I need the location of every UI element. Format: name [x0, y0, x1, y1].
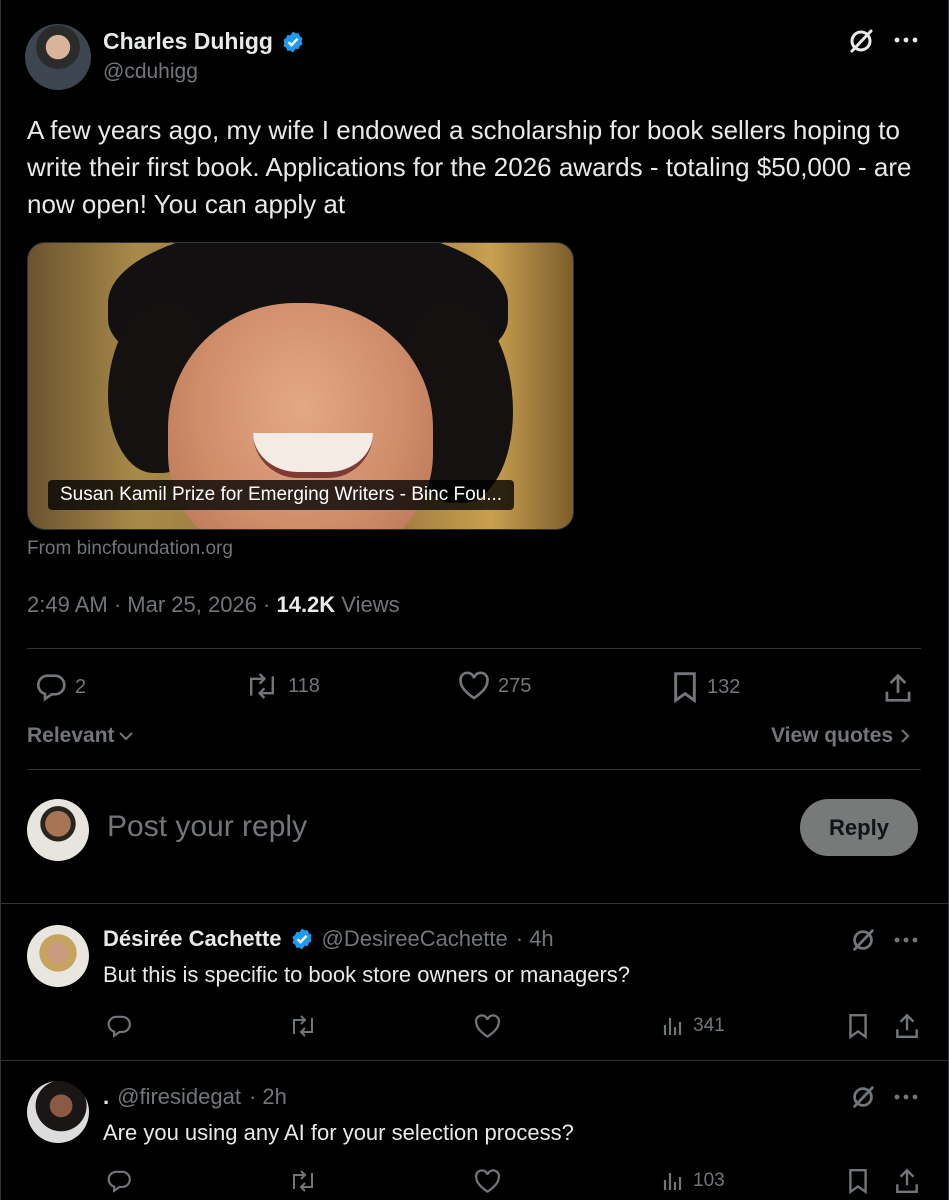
bookmark-icon	[671, 671, 699, 703]
grok-icon[interactable]	[846, 26, 876, 56]
reply-1-time[interactable]: · 4h	[516, 926, 554, 952]
current-user-avatar[interactable]	[27, 799, 89, 861]
share-icon[interactable]	[894, 1012, 920, 1040]
views-count: 14.2K	[276, 592, 336, 617]
bookmark-action[interactable]: 132	[671, 671, 740, 703]
divider	[27, 648, 921, 649]
repost-count: 118	[288, 674, 320, 697]
reply-2-handle[interactable]: @firesidegat	[117, 1084, 241, 1110]
view-quotes-label: View quotes	[771, 724, 894, 747]
reply-count: 2	[75, 675, 87, 698]
reply-button[interactable]: Reply	[800, 799, 918, 856]
reply-icon[interactable]	[106, 1013, 132, 1039]
more-icon[interactable]	[894, 36, 918, 44]
post-metadata: 2:49 AM · Mar 25, 2026 · 14.2K Views	[27, 592, 400, 618]
post-text: A few years ago, my wife I endowed a sch…	[27, 115, 912, 219]
chevron-right-icon	[899, 727, 911, 745]
like-icon[interactable]	[474, 1014, 501, 1039]
reply-action[interactable]: 2	[35, 671, 86, 703]
share-icon[interactable]	[883, 672, 913, 704]
reply-icon[interactable]	[106, 1168, 132, 1194]
view-quotes-link[interactable]: View quotes	[771, 724, 911, 748]
chevron-down-icon	[117, 727, 135, 745]
like-action[interactable]: 275	[458, 671, 531, 701]
grok-icon[interactable]	[849, 926, 877, 954]
divider	[1, 1060, 949, 1061]
link-card[interactable]: Susan Kamil Prize for Emerging Writers -…	[27, 242, 574, 530]
divider	[1, 903, 949, 904]
like-icon	[458, 671, 490, 701]
post-timestamp[interactable]: 2:49 AM · Mar 25, 2026 ·	[27, 592, 276, 617]
views-icon	[661, 1014, 685, 1038]
sort-dropdown[interactable]: Relevant	[27, 724, 135, 748]
bookmark-icon[interactable]	[847, 1013, 869, 1039]
reply-2-text: Are you using any AI for your selection …	[103, 1120, 574, 1145]
reply-1-avatar[interactable]	[27, 925, 89, 987]
card-source[interactable]: From bincfoundation.org	[27, 538, 233, 560]
repost-icon	[244, 671, 280, 701]
reply-1-view-count: 341	[693, 1015, 725, 1036]
author-name-row[interactable]: Charles Duhigg	[103, 28, 305, 55]
like-icon[interactable]	[474, 1169, 501, 1194]
reply-2-view-count: 103	[693, 1170, 725, 1191]
card-title[interactable]: Susan Kamil Prize for Emerging Writers -…	[48, 480, 515, 510]
bookmark-count: 132	[707, 675, 741, 698]
author-avatar[interactable]	[25, 24, 91, 90]
repost-icon[interactable]	[288, 1014, 318, 1038]
repost-action[interactable]: 118	[244, 671, 320, 701]
divider	[27, 769, 921, 770]
reply-1-views[interactable]: 341	[661, 1014, 725, 1038]
reply-2-time[interactable]: · 2h	[249, 1084, 287, 1110]
views-label: Views	[335, 592, 400, 617]
sort-label: Relevant	[27, 724, 115, 747]
verified-badge-icon	[290, 927, 314, 951]
repost-icon[interactable]	[288, 1169, 318, 1193]
more-icon[interactable]	[894, 1093, 918, 1101]
views-icon	[661, 1169, 685, 1193]
author-name[interactable]: Charles Duhigg	[103, 28, 273, 55]
reply-icon	[35, 671, 67, 703]
reply-2-header: . @firesidegat · 2h	[103, 1084, 287, 1110]
reply-1-text: But this is specific to book store owner…	[103, 962, 631, 987]
reply-1-name[interactable]: Désirée Cachette	[103, 926, 282, 952]
reply-2-name[interactable]: .	[103, 1084, 109, 1110]
grok-icon[interactable]	[849, 1083, 877, 1111]
share-icon[interactable]	[894, 1167, 920, 1195]
reply-1-handle[interactable]: @DesireeCachette	[322, 926, 508, 952]
like-count: 275	[498, 674, 532, 697]
post-thread: Charles Duhigg @cduhigg A few years ago,…	[0, 0, 949, 1200]
reply-input[interactable]: Post your reply	[107, 810, 307, 844]
author-handle[interactable]: @cduhigg	[103, 60, 198, 84]
reply-2-avatar[interactable]	[27, 1081, 89, 1143]
reply-1-header: Désirée Cachette @DesireeCachette · 4h	[103, 926, 554, 952]
more-icon[interactable]	[894, 936, 918, 944]
verified-badge-icon	[281, 30, 305, 54]
bookmark-icon[interactable]	[847, 1168, 869, 1194]
reply-2-views[interactable]: 103	[661, 1169, 725, 1193]
